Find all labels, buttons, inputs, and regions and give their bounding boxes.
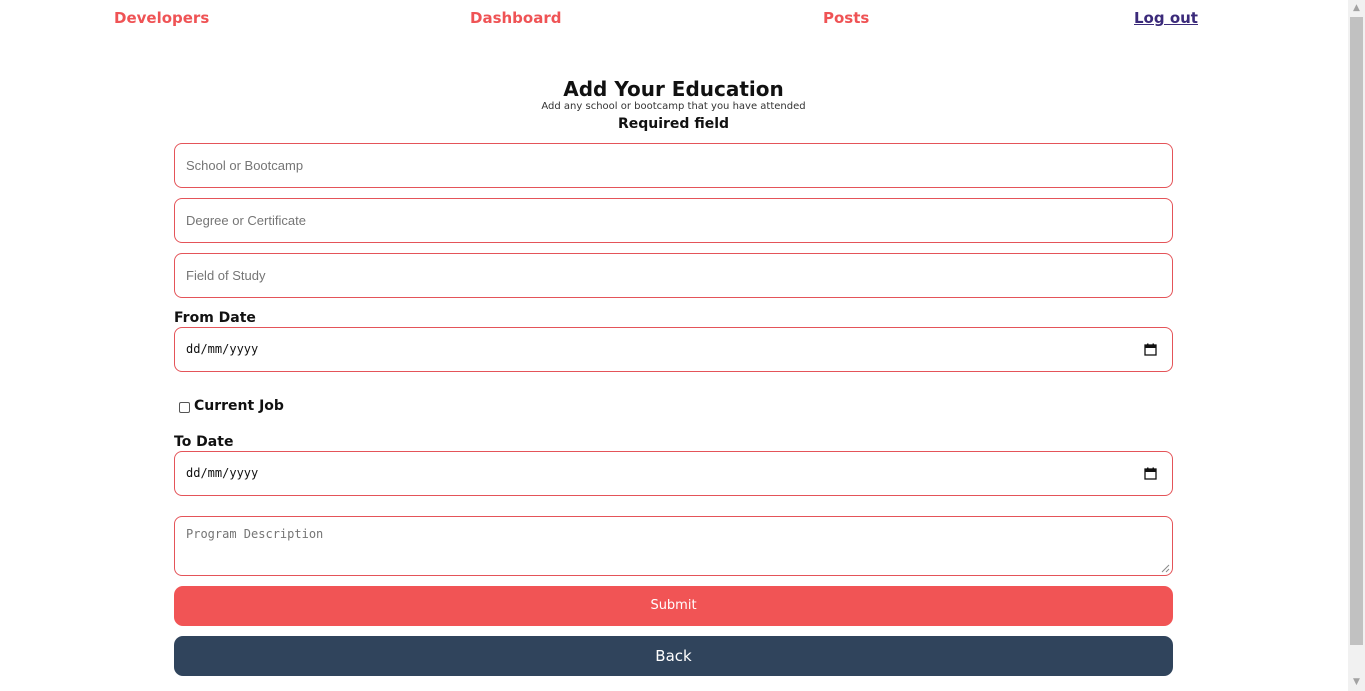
school-input[interactable]: School or Bootcamp	[174, 143, 1173, 188]
page-title: Add Your Education	[563, 77, 784, 101]
degree-placeholder: Degree or Certificate	[186, 213, 306, 228]
school-placeholder: School or Bootcamp	[186, 158, 304, 173]
nav-developers-link[interactable]: Developers	[114, 9, 209, 27]
resize-handle-icon[interactable]	[1161, 564, 1170, 573]
current-job-label: Current Job	[194, 398, 284, 414]
vertical-scrollbar[interactable]: ▲ ▼	[1348, 0, 1365, 691]
to-date-label: To Date	[174, 434, 234, 450]
scroll-down-arrow-icon[interactable]: ▼	[1348, 674, 1365, 691]
scroll-up-arrow-icon[interactable]: ▲	[1348, 0, 1365, 17]
field-of-study-input[interactable]: Field of Study	[174, 253, 1173, 298]
scrollbar-thumb[interactable]	[1350, 17, 1363, 645]
page-subtitle: Add any school or bootcamp that you have…	[541, 101, 806, 112]
nav-posts-link[interactable]: Posts	[823, 9, 869, 27]
calendar-icon[interactable]	[1144, 343, 1157, 356]
nav-logout-link[interactable]: Log out	[1134, 9, 1198, 27]
page: Developers Dashboard Posts Log out Add Y…	[0, 0, 1365, 691]
submit-button[interactable]: Submit	[174, 586, 1173, 626]
to-date-value: dd/mm/yyyy	[186, 466, 259, 480]
to-date-input[interactable]: dd/mm/yyyy	[174, 451, 1173, 496]
program-description-textarea[interactable]: Program Description	[174, 516, 1173, 576]
current-job-checkbox[interactable]	[179, 402, 190, 413]
degree-input[interactable]: Degree or Certificate	[174, 198, 1173, 243]
program-description-placeholder: Program Description	[186, 527, 324, 541]
back-button[interactable]: Back	[174, 636, 1173, 676]
required-field-note: Required field	[617, 116, 730, 132]
from-date-value: dd/mm/yyyy	[186, 342, 259, 356]
from-date-input[interactable]: dd/mm/yyyy	[174, 327, 1173, 372]
nav-dashboard-link[interactable]: Dashboard	[470, 9, 561, 27]
calendar-icon[interactable]	[1144, 467, 1157, 480]
from-date-label: From Date	[174, 310, 256, 326]
field-of-study-placeholder: Field of Study	[186, 268, 266, 283]
